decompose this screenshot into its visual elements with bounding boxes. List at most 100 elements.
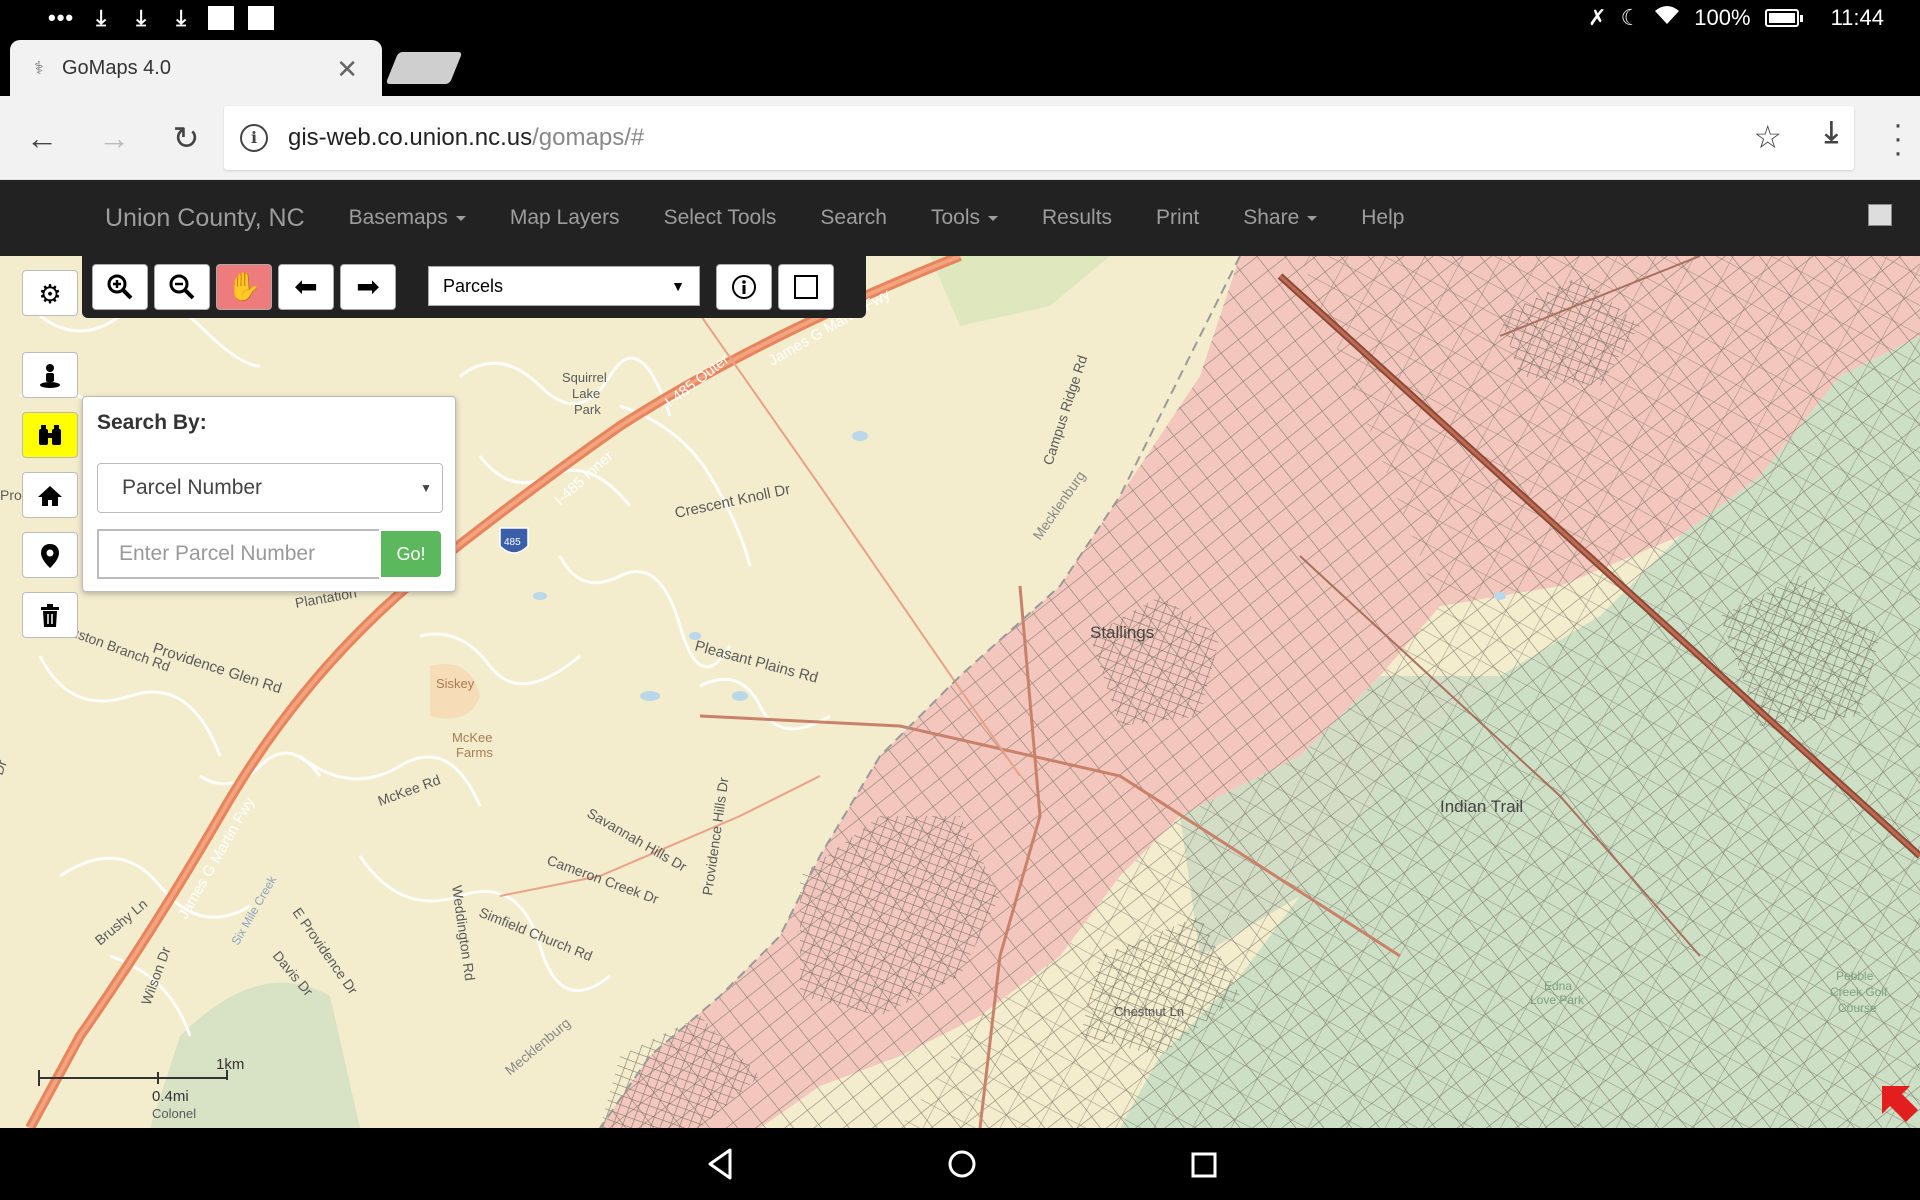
search-by-label: Search By: xyxy=(97,411,207,434)
nav-item-search[interactable]: Search xyxy=(798,206,909,230)
app-navbar: Union County, NC Basemaps Map Layers Selec… xyxy=(0,180,1920,256)
notification-square-icon xyxy=(248,6,275,30)
more-notifications-icon: ••• xyxy=(48,5,75,30)
android-navigation-bar xyxy=(0,1128,1920,1200)
battery-percent: 100% xyxy=(1694,5,1751,30)
search-type-value: Parcel Number xyxy=(122,476,263,499)
next-extent-arrow-icon[interactable]: ➡ xyxy=(340,264,396,310)
tab-title: GoMaps 4.0 xyxy=(62,56,171,79)
nav-item-label: Map Layers xyxy=(509,206,620,229)
close-tab-icon[interactable]: ✕ xyxy=(336,54,358,85)
wifi-icon xyxy=(1654,5,1680,31)
parcel-number-input[interactable]: Enter Parcel Number xyxy=(97,529,379,579)
label-colonel: Colonel xyxy=(152,1106,196,1121)
label-siskey: Siskey xyxy=(436,676,475,691)
nav-item-label: Print xyxy=(1156,206,1200,229)
nav-item-label: Basemaps xyxy=(348,206,448,229)
caret-down-icon xyxy=(1307,215,1318,221)
label-mckee-farms-2: Farms xyxy=(456,745,493,760)
nav-item-label: Results xyxy=(1042,206,1113,229)
label-pro: Pro xyxy=(0,487,22,503)
url-text[interactable]: gis-web.co.union.nc.us/gomaps/# xyxy=(288,124,644,152)
bookmark-star-icon[interactable]: ☆ xyxy=(1753,118,1782,156)
go-button[interactable]: Go! xyxy=(381,531,441,577)
download-icon: ⤓ xyxy=(176,5,186,30)
recents-square-icon[interactable] xyxy=(1186,1144,1222,1189)
street-view-person-icon[interactable] xyxy=(22,352,78,398)
back-arrow-icon[interactable]: ← xyxy=(20,116,64,160)
back-triangle-icon[interactable] xyxy=(704,1144,736,1189)
home-icon[interactable] xyxy=(22,472,78,518)
label-chestnut: Chestnut Ln xyxy=(1114,1004,1184,1019)
trash-icon[interactable] xyxy=(22,592,78,638)
scale-mi-label: 0.4mi xyxy=(152,1088,189,1105)
nav-item-basemaps[interactable]: Basemaps xyxy=(327,206,488,230)
label-edna-1: Edna xyxy=(1544,979,1572,993)
label-stallings: Stallings xyxy=(1090,623,1154,642)
binoculars-search-icon[interactable] xyxy=(22,412,78,458)
label-pebble-1: Pebble xyxy=(1836,969,1874,983)
download-icon: ⤓ xyxy=(136,5,146,30)
settings-gear-icon[interactable]: ⚙ xyxy=(22,270,78,316)
identify-info-icon[interactable] xyxy=(716,264,772,310)
nav-item-share[interactable]: Share xyxy=(1221,206,1339,230)
forward-arrow-icon[interactable]: → xyxy=(92,116,136,160)
browser-tab[interactable]: ⚕ GoMaps 4.0 ✕ xyxy=(10,40,382,96)
browser-menu-icon[interactable]: · · · xyxy=(1888,110,1908,168)
map-scale-bar: 1km 0.4mi xyxy=(38,1054,244,1105)
navbar-menu: Basemaps Map Layers Select Tools Search Tool… xyxy=(327,206,1427,230)
red-arrow-icon xyxy=(1880,1084,1920,1124)
home-circle-icon[interactable] xyxy=(942,1144,982,1189)
favicon-icon: ⚕ xyxy=(34,57,44,78)
caret-down-icon xyxy=(988,215,998,221)
layer-select[interactable]: Parcels ▼ xyxy=(428,266,700,306)
chevron-down-icon: ▼ xyxy=(420,481,432,495)
layer-select-value: Parcels xyxy=(443,276,504,296)
interstate-shield-icon: 485 xyxy=(499,527,529,554)
nav-item-label: Select Tools xyxy=(663,206,777,229)
map-marker-icon[interactable] xyxy=(22,532,78,578)
pan-hand-icon[interactable]: ✋ xyxy=(216,264,272,310)
map-canvas[interactable]: I-485 Outer I-485 Inner James G Martin F… xyxy=(0,256,1920,1128)
app-brand[interactable]: Union County, NC xyxy=(105,204,305,233)
battery-icon xyxy=(1764,9,1803,27)
scale-km-label: 1km xyxy=(216,1056,245,1073)
shield-number: 485 xyxy=(504,537,521,548)
previous-extent-arrow-icon[interactable]: ⬅ xyxy=(278,264,334,310)
nav-item-select-tools[interactable]: Select Tools xyxy=(642,206,799,230)
nav-item-results[interactable]: Results xyxy=(1020,206,1134,230)
nav-item-help[interactable]: Help xyxy=(1339,206,1426,230)
download-icon: ⤓ xyxy=(96,5,106,30)
label-mckee-farms-1: McKee xyxy=(452,730,492,745)
select-rectangle-icon[interactable] xyxy=(778,264,834,310)
label-park: Park xyxy=(574,402,601,417)
nav-item-map-layers[interactable]: Map Layers xyxy=(488,206,642,230)
nav-item-label: Search xyxy=(820,206,887,229)
download-page-icon[interactable]: ⤓ xyxy=(1825,116,1838,150)
zoom-in-icon[interactable] xyxy=(92,264,148,310)
android-status-bar: ••• ⤓ ⤓ ⤓ ✗ ☾ 100% 11:44 xyxy=(0,0,1920,36)
site-info-icon[interactable]: i xyxy=(240,124,268,152)
search-type-select[interactable]: Parcel Number ▼ xyxy=(97,463,443,513)
browser-tab-strip: ⚕ GoMaps 4.0 ✕ xyxy=(0,36,1920,96)
bluetooth-off-icon: ✗ xyxy=(1588,5,1607,30)
url-host: gis-web.co.union.nc.us xyxy=(288,124,533,151)
label-edna-2: Love Park xyxy=(1530,993,1585,1007)
search-panel: Search By: Parcel Number ▼ Enter Parcel … xyxy=(82,396,456,592)
new-tab-button[interactable] xyxy=(385,52,463,84)
label-indian-trail: Indian Trail xyxy=(1440,797,1523,816)
zoom-out-icon[interactable] xyxy=(154,264,210,310)
nav-item-label: Help xyxy=(1361,206,1405,229)
broken-image-icon xyxy=(1868,204,1892,226)
chevron-down-icon: ▼ xyxy=(671,278,685,294)
nav-item-tools[interactable]: Tools xyxy=(909,206,1020,230)
nav-item-label: Share xyxy=(1243,206,1300,229)
address-bar[interactable]: i gis-web.co.union.nc.us/gomaps/# ☆ ⤓ xyxy=(224,106,1854,170)
map-basemap: I-485 Outer I-485 Inner James G Martin F… xyxy=(0,256,1920,1128)
clock: 11:44 xyxy=(1830,5,1884,30)
nav-item-label: Tools xyxy=(930,206,980,229)
nav-item-print[interactable]: Print xyxy=(1134,206,1221,230)
reload-icon[interactable]: ↻ xyxy=(164,116,208,160)
label-pebble-2: Creek Golf xyxy=(1830,985,1888,999)
label-lake: Lake xyxy=(572,386,600,401)
